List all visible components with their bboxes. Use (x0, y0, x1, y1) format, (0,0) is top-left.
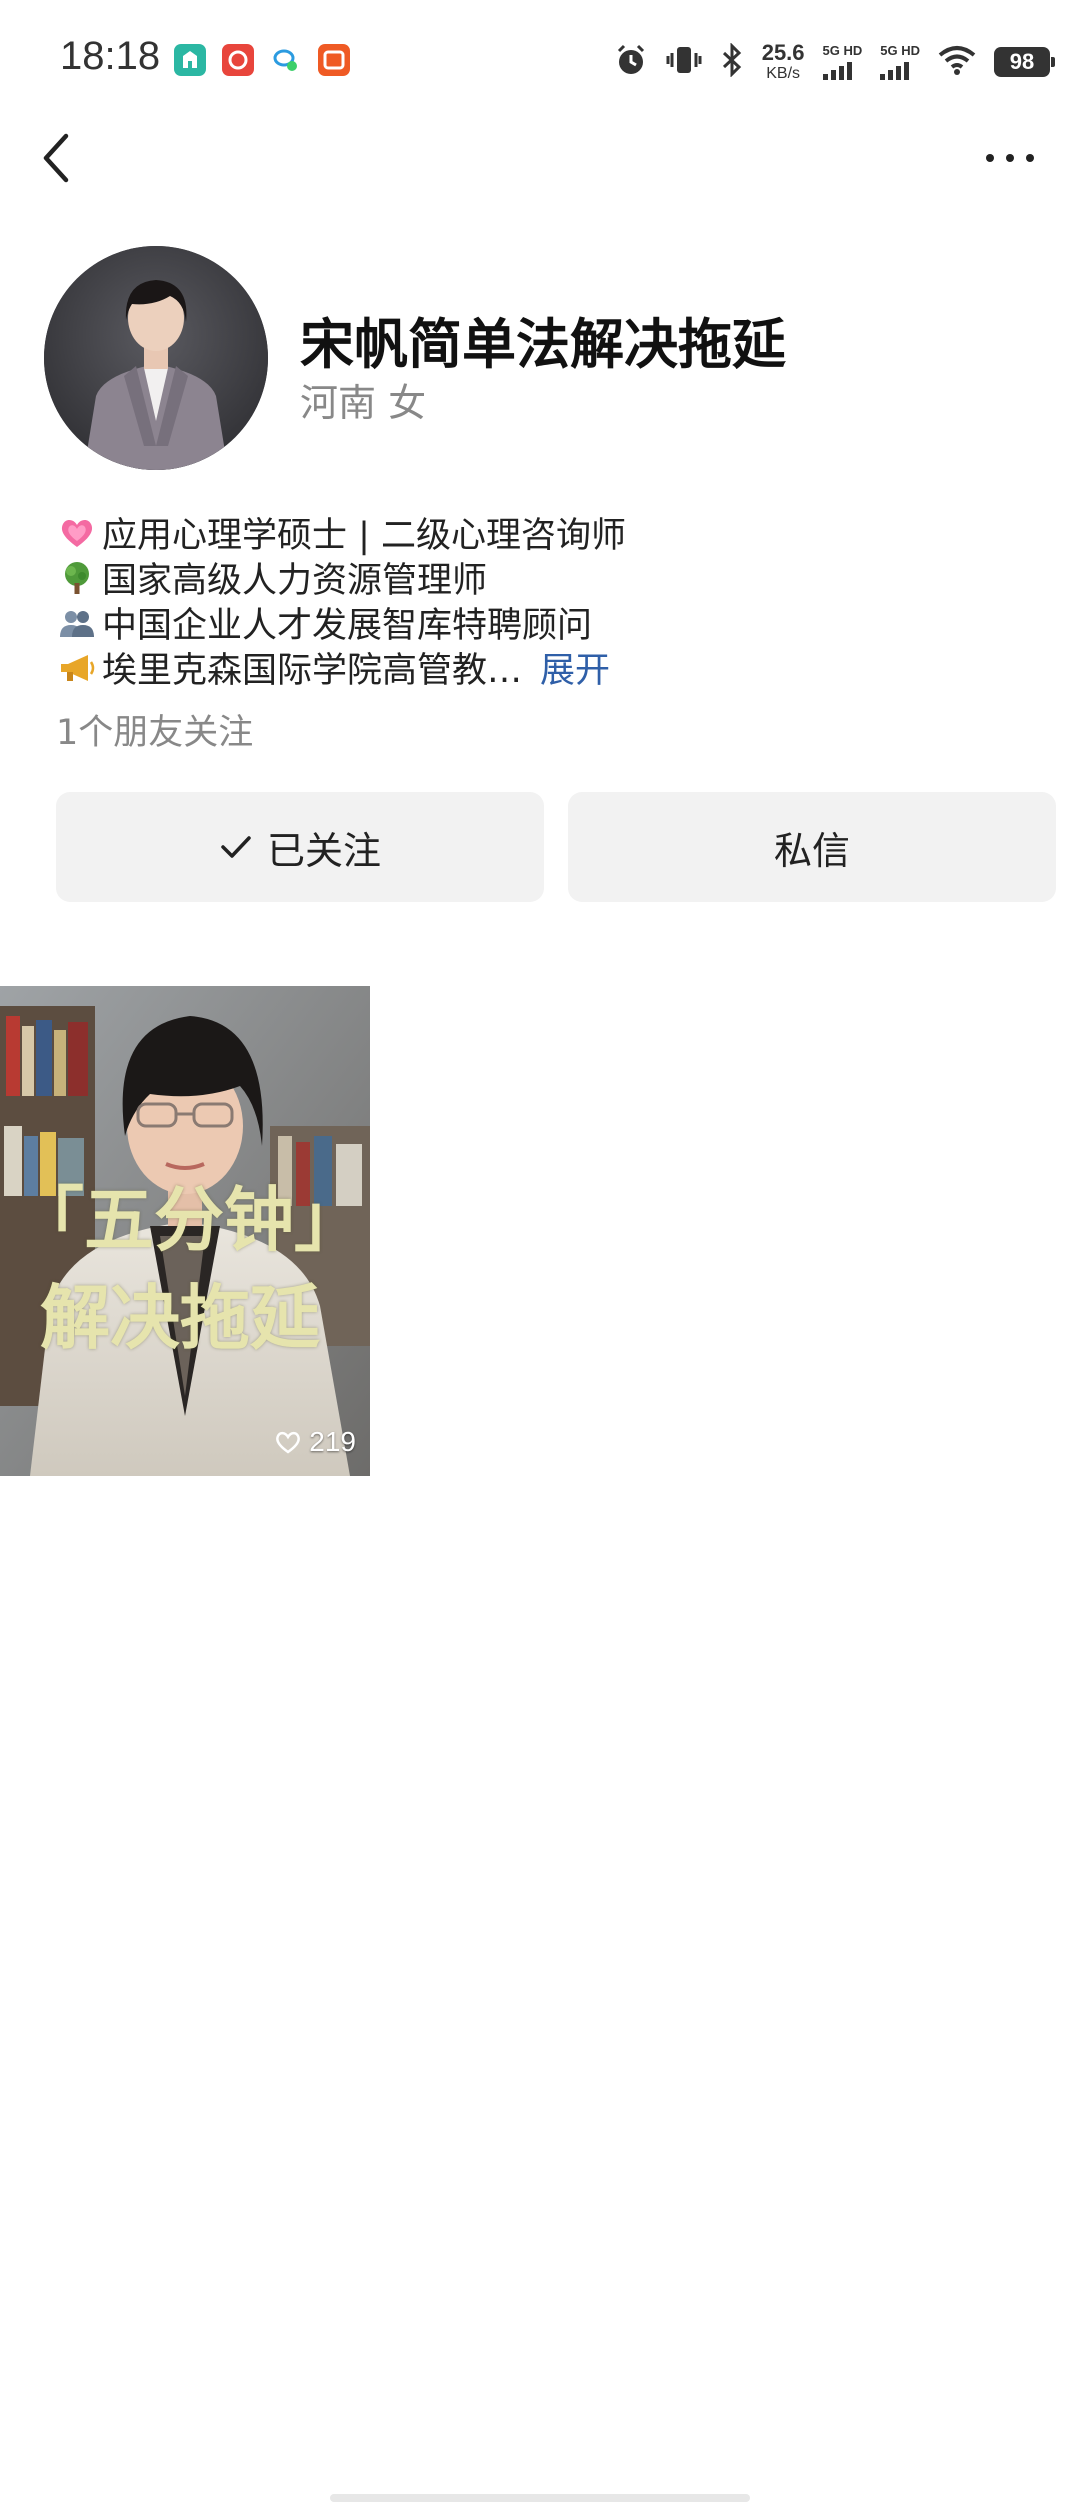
back-button[interactable] (36, 128, 80, 188)
wifi-icon (938, 45, 976, 79)
friends-following[interactable]: 1个朋友关注 (56, 704, 253, 755)
message-button[interactable]: 私信 (568, 792, 1056, 902)
taobao-deals-app-icon (318, 44, 350, 76)
megaphone-icon (56, 650, 98, 686)
checkmark-icon (221, 836, 251, 858)
chat-app-icon (270, 44, 302, 76)
profile-bio: 应用心理学硕士 | 二级心理咨询师 国家高级人力资源管理师 中国企业人才发展智库… (56, 510, 1036, 693)
signal-1: 5G HD (822, 44, 862, 80)
status-indicators: 25.6 KB/s 5G HD 5G HD 98 (614, 38, 1055, 86)
battery-indicator: 98 (994, 47, 1055, 77)
taobao-app-icon (222, 44, 254, 76)
bio-line: 应用心理学硕士 | 二级心理咨询师 (56, 510, 1036, 556)
pink-heart-icon (56, 515, 98, 551)
bluetooth-icon (720, 42, 744, 81)
mi-home-app-icon (174, 44, 206, 76)
bio-line: 中国企业人才发展智库特聘顾问 (56, 600, 1036, 646)
heart-outline-icon (276, 1431, 301, 1454)
status-bar: 18:18 25.6 KB/s 5G HD 5G HD 98 (0, 0, 1080, 120)
chevron-left-icon (43, 133, 69, 183)
post-thumbnail[interactable]: 「五分钟」 解决拖延 219 (0, 986, 370, 1476)
net-speed: 25.6 KB/s (761, 40, 805, 82)
following-button[interactable]: 已关注 (56, 792, 544, 902)
bio-line: 埃里克森国际学院高管教… 展开 (56, 642, 1036, 693)
tree-icon (56, 560, 98, 596)
profile-name: 宋帆简单法解决拖延 (300, 313, 786, 376)
more-dots-icon (1006, 154, 1014, 162)
profile-location-gender: 河南 女 (300, 381, 427, 425)
signal-2: 5G HD (880, 44, 920, 80)
post-likes: 219 (275, 1426, 356, 1458)
avatar[interactable] (44, 246, 268, 470)
message-button-label: 私信 (773, 828, 850, 873)
post-title-overlay: 「五分钟」 解决拖延 (14, 1178, 364, 1359)
bio-line: 国家高级人力资源管理师 (56, 555, 1036, 601)
two-people-icon (56, 605, 98, 641)
alarm-icon (614, 43, 648, 81)
following-button-label: 已关注 (266, 828, 381, 873)
home-indicator[interactable] (330, 2494, 750, 2502)
status-time: 18:18 (60, 34, 161, 78)
more-dots-icon (1026, 154, 1034, 162)
vibrate-icon (666, 43, 702, 81)
more-dots-icon (986, 154, 994, 162)
expand-bio-link[interactable]: 展开 (540, 642, 610, 693)
more-options-button[interactable] (980, 146, 1040, 170)
